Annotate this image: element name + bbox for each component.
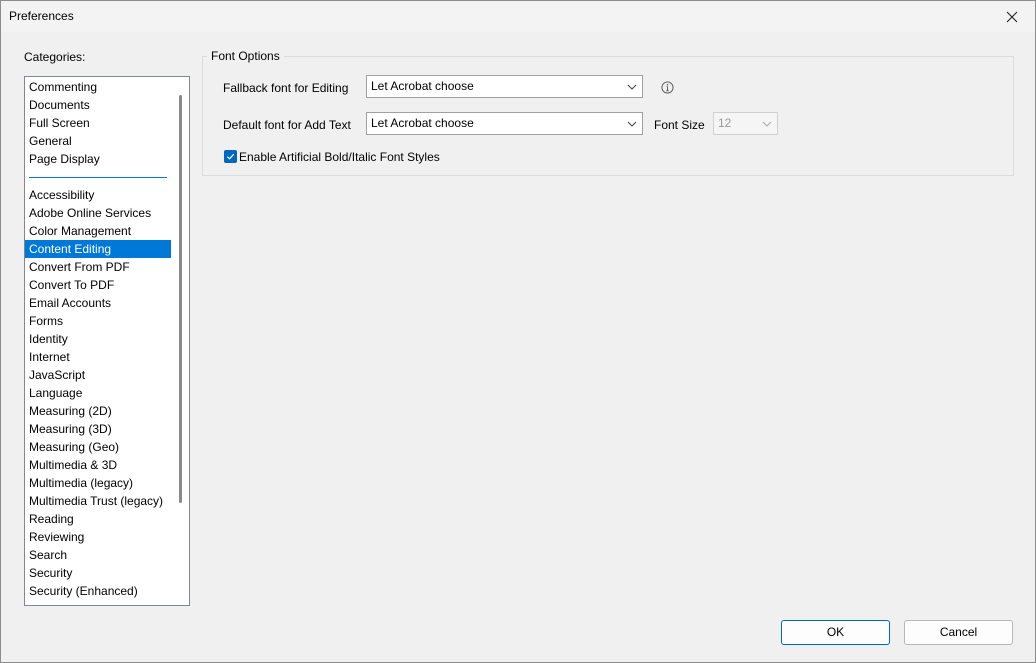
title-bar: Preferences [1, 1, 1035, 32]
category-item[interactable]: Reviewing [25, 528, 171, 546]
artificial-styles-checkbox[interactable] [224, 150, 237, 163]
fallback-font-value: Let Acrobat choose [371, 79, 474, 93]
category-item[interactable]: Page Display [25, 150, 171, 168]
category-item[interactable]: Search [25, 546, 171, 564]
category-item[interactable]: Multimedia Trust (legacy) [25, 492, 171, 510]
chevron-down-icon [762, 121, 772, 127]
cancel-button[interactable]: Cancel [904, 620, 1013, 645]
category-item[interactable]: Multimedia (legacy) [25, 474, 171, 492]
category-item[interactable]: Adobe Online Services [25, 204, 171, 222]
category-item[interactable]: Internet [25, 348, 171, 366]
fallback-font-label: Fallback font for Editing [223, 81, 349, 95]
category-item[interactable]: Content Editing [25, 240, 171, 258]
category-item[interactable]: Language [25, 384, 171, 402]
font-size-dropdown[interactable]: 12 [713, 112, 778, 135]
categories-list[interactable]: Commenting Documents Full Screen General Pag… [24, 76, 190, 606]
category-item[interactable]: Multimedia & 3D [25, 456, 171, 474]
close-button[interactable] [989, 1, 1035, 32]
default-font-label: Default font for Add Text [223, 118, 351, 132]
window-title: Preferences [9, 9, 74, 23]
categories-scrollbar[interactable] [172, 77, 189, 605]
fallback-font-dropdown[interactable]: Let Acrobat choose [366, 75, 643, 98]
category-item[interactable]: Identity [25, 330, 171, 348]
artificial-styles-label[interactable]: Enable Artificial Bold/Italic Font Style… [239, 150, 440, 164]
category-item[interactable]: Accessibility [25, 186, 171, 204]
category-item[interactable]: Full Screen [25, 114, 171, 132]
category-item[interactable]: Security (Enhanced) [25, 582, 171, 600]
category-item[interactable]: Reading [25, 510, 171, 528]
category-item[interactable]: Measuring (2D) [25, 402, 171, 420]
font-size-value: 12 [718, 116, 732, 130]
categories-label: Categories: [24, 50, 86, 64]
scrollbar-thumb[interactable] [179, 95, 182, 503]
category-item[interactable]: Color Management [25, 222, 171, 240]
ok-button[interactable]: OK [781, 620, 890, 645]
category-item[interactable]: Documents [25, 96, 171, 114]
chevron-down-icon [627, 121, 637, 127]
category-item[interactable]: Convert From PDF [25, 258, 171, 276]
close-icon [1006, 11, 1018, 22]
category-item[interactable]: Email Accounts [25, 294, 171, 312]
category-item[interactable]: Forms [25, 312, 171, 330]
category-item[interactable]: Commenting [25, 78, 171, 96]
info-icon[interactable] [661, 81, 674, 94]
category-item[interactable]: Measuring (Geo) [25, 438, 171, 456]
font-size-label: Font Size [654, 118, 705, 132]
category-item[interactable]: Security [25, 564, 171, 582]
category-item[interactable]: JavaScript [25, 366, 171, 384]
checkmark-icon [226, 153, 235, 160]
category-item[interactable]: Measuring (3D) [25, 420, 171, 438]
chevron-down-icon [627, 84, 637, 90]
category-separator [25, 168, 171, 186]
category-item[interactable]: Convert To PDF [25, 276, 171, 294]
preferences-dialog: Preferences Categories: Commenting Docume… [0, 0, 1036, 663]
default-font-value: Let Acrobat choose [371, 116, 474, 130]
default-font-dropdown[interactable]: Let Acrobat choose [366, 112, 643, 135]
category-item[interactable]: General [25, 132, 171, 150]
font-options-legend: Font Options [207, 49, 284, 63]
